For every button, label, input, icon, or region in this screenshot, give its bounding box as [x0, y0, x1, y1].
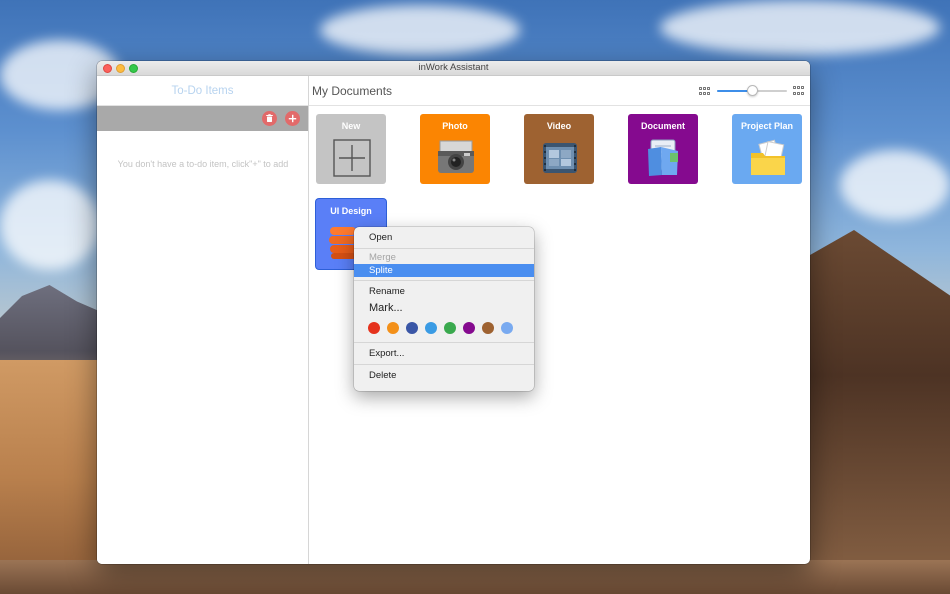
tile-label: Project Plan: [740, 121, 794, 131]
film-icon: [543, 143, 577, 173]
color-swatch-light-blue[interactable]: [501, 322, 513, 334]
tile-project-plan[interactable]: Project Plan: [732, 114, 802, 184]
color-swatches: [354, 317, 534, 339]
delete-todo-button[interactable]: [262, 111, 277, 126]
menu-separator: [354, 342, 534, 343]
tile-label: UI Design: [330, 206, 372, 216]
color-swatch-orange[interactable]: [387, 322, 399, 334]
menu-separator: [354, 364, 534, 365]
sand-dune: [790, 230, 950, 594]
window-title: inWork Assistant: [418, 62, 489, 73]
color-swatch-purple[interactable]: [463, 322, 475, 334]
menu-item-delete[interactable]: Delete: [354, 368, 534, 383]
folder-icon: [751, 139, 785, 175]
cloud: [320, 5, 520, 55]
cloud: [660, 0, 940, 55]
title-bar: inWork Assistant: [97, 61, 810, 76]
color-swatch-brown[interactable]: [482, 322, 494, 334]
menu-separator: [354, 280, 534, 281]
documents-header: My Documents: [309, 76, 810, 106]
tile-label: Photo: [442, 121, 468, 131]
cloud: [0, 180, 100, 270]
cloud: [840, 150, 950, 220]
todo-header: To-Do Items: [97, 76, 308, 106]
todo-sidebar: To-Do Items You don't have a to-do item,…: [97, 76, 309, 564]
tile-label: Document: [640, 121, 685, 131]
tile-photo[interactable]: Photo: [420, 114, 490, 184]
menu-item-export[interactable]: Export...: [354, 346, 534, 361]
tile-label: New: [341, 121, 361, 131]
large-grid-icon[interactable]: [793, 86, 805, 96]
menu-item-rename[interactable]: Rename: [354, 284, 534, 299]
sand-dune: [0, 560, 950, 594]
color-swatch-red[interactable]: [368, 322, 380, 334]
tile-label: Video: [546, 121, 572, 131]
menu-item-splite[interactable]: Splite: [354, 264, 534, 277]
menu-item-open[interactable]: Open: [354, 230, 534, 245]
trash-icon: [266, 114, 273, 122]
tile-new[interactable]: New: [316, 114, 386, 184]
document-icon: [648, 139, 678, 176]
color-swatch-green[interactable]: [444, 322, 456, 334]
camera-icon: [438, 140, 474, 173]
add-todo-button[interactable]: [285, 111, 300, 126]
tile-video[interactable]: Video: [524, 114, 594, 184]
tile-document[interactable]: Document: [628, 114, 698, 184]
menu-item-merge: Merge: [369, 252, 396, 263]
small-grid-icon[interactable]: [699, 87, 710, 95]
menu-item-mark[interactable]: Mark...: [354, 299, 534, 317]
plus-icon: [288, 114, 297, 123]
new-document-icon: [333, 139, 371, 177]
menu-separator: [354, 248, 534, 249]
empty-todo-message: You don't have a to-do item, click"+" to…: [117, 159, 289, 169]
color-swatch-navy[interactable]: [406, 322, 418, 334]
page-title: My Documents: [312, 84, 393, 98]
todo-toolbar: [97, 106, 308, 131]
context-menu: Open Merge Splite Rename Mark... Export.…: [354, 227, 534, 391]
color-swatch-blue[interactable]: [425, 322, 437, 334]
sand-dune: [0, 360, 110, 594]
zoom-slider-knob[interactable]: [747, 85, 758, 96]
